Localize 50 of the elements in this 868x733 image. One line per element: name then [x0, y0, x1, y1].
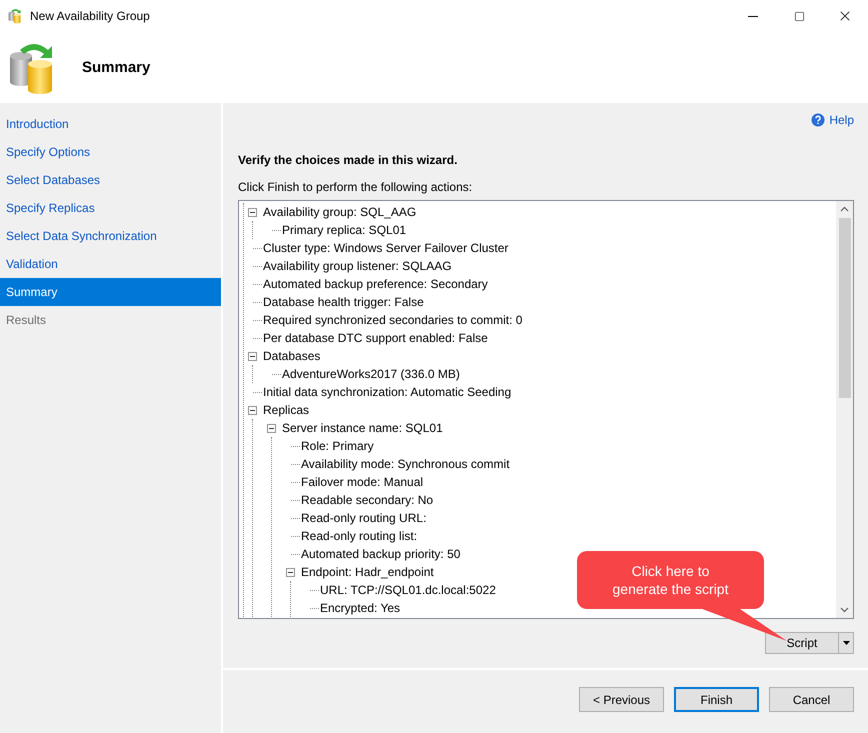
collapse-icon[interactable] [248, 406, 257, 414]
script-button[interactable]: Script [765, 632, 839, 654]
tree-item: URL: TCP://SQL01.dc.local:5022 [320, 583, 496, 597]
tree-item: Server instance name: SQL01 [282, 421, 443, 435]
sidebar-item[interactable]: Specify Replicas [0, 194, 221, 222]
maximize-icon [794, 10, 804, 22]
sidebar-item[interactable]: Select Databases [0, 166, 221, 194]
tree-item: Role: Primary [301, 439, 374, 453]
tree-item: Read-only routing list: [301, 529, 418, 543]
tree-item: Failover mode: Manual [301, 475, 424, 489]
sidebar-item[interactable]: Specify Options [0, 138, 221, 166]
tree-item: Cluster type: Windows Server Failover Cluster [263, 241, 508, 255]
collapse-icon[interactable] [248, 352, 257, 360]
caret-icon [842, 641, 850, 645]
window-title: New Availability Group [30, 9, 151, 23]
collapse-icon[interactable] [267, 424, 276, 432]
wizard-button[interactable]: Finish [674, 687, 759, 712]
tree-item: Encrypted: Yes [320, 601, 400, 615]
sidebar-item[interactable]: Select Data Synchronization [0, 222, 221, 250]
tree-item: Database health trigger: False [263, 295, 424, 309]
tree-item: Initial data synchronization: Automatic Seeding [263, 385, 512, 399]
tree-item: Availability group: SQL_AAG [263, 205, 416, 219]
tree-item: Automated backup preference: Secondary [263, 277, 488, 291]
tree-item: Availability mode: Synchronous commit [301, 457, 510, 471]
tree-item: Endpoint: Hadr_endpoint [301, 565, 434, 579]
collapse-icon[interactable] [286, 568, 295, 576]
tree-item: Read-only routing URL: [301, 511, 426, 525]
wizard-button[interactable]: Cancel [769, 687, 854, 712]
sidebar-item[interactable]: Summary [0, 278, 221, 306]
tree-item: Availability group listener: SQLAAG [263, 259, 452, 273]
scrollbar[interactable] [836, 201, 853, 618]
collapse-icon[interactable] [248, 208, 257, 216]
tree-item: Per database DTC support enabled: False [263, 331, 488, 345]
sidebar-item[interactable]: Introduction [0, 110, 221, 138]
help-link[interactable]: Help [811, 109, 854, 131]
tree-item: Required synchronized secondaries to commit: 0 [263, 313, 522, 327]
tree-item: Databases [263, 349, 320, 363]
tree-item: Replicas [263, 403, 310, 417]
page-title: Summary [82, 59, 150, 76]
help-icon [811, 113, 826, 127]
tree-item: Automated backup priority: 50 [301, 547, 460, 561]
summary-heading: Verify the choices made in this wizard. [238, 153, 458, 167]
sidebar-item[interactable]: Validation [0, 250, 221, 278]
script-dropdown-button[interactable] [839, 632, 854, 654]
tree-item: Readable secondary: No [301, 493, 434, 507]
tree-item: AdventureWorks2017 (336.0 MB) [282, 367, 460, 381]
wizard-button[interactable]: < Previous [579, 687, 664, 712]
tree-item: Primary replica: SQL01 [282, 223, 406, 237]
help-label[interactable]: Help [829, 113, 854, 127]
instruction-text: Click Finish to perform the following actions: [238, 180, 474, 194]
